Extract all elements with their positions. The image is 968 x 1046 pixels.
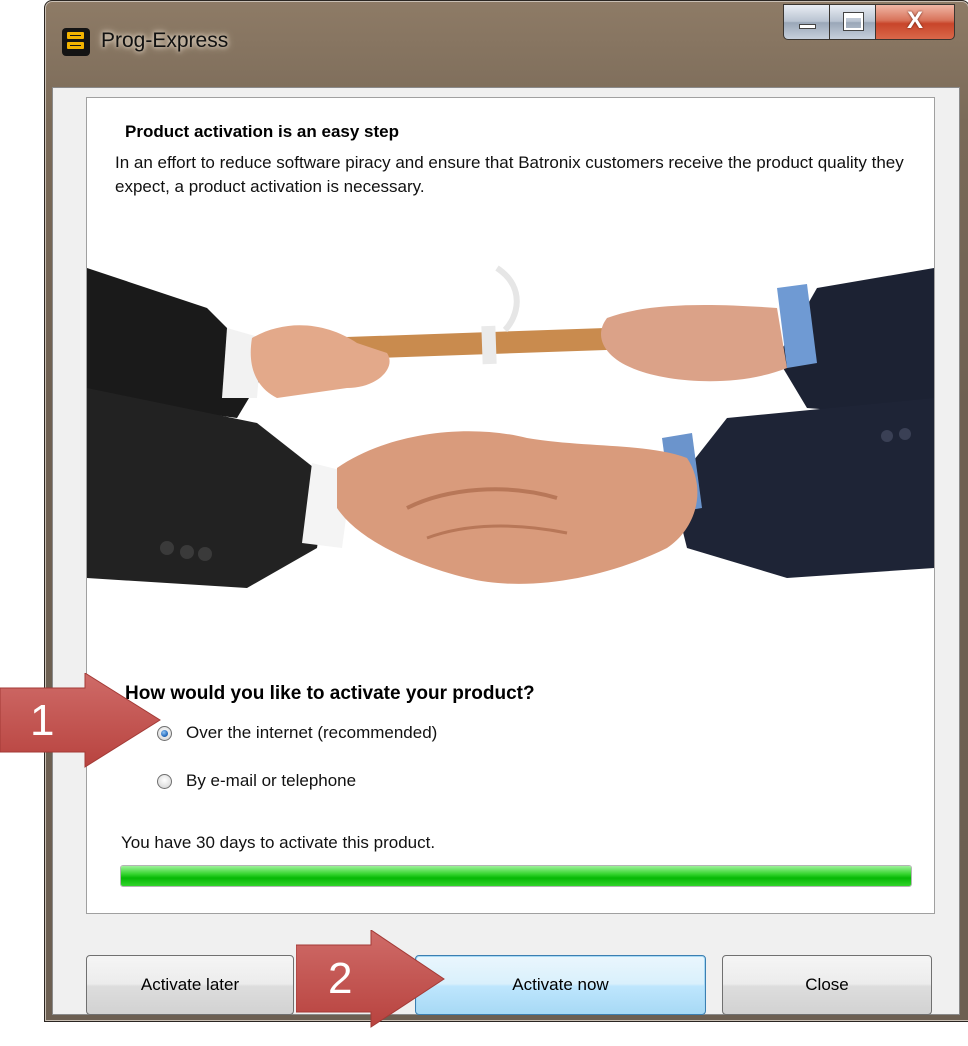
callout-arrow-2: 2: [296, 930, 446, 1028]
progress-fill: [121, 866, 911, 886]
activation-progress-bar: [120, 865, 912, 887]
app-logo-icon: [62, 28, 90, 56]
maximize-icon: [843, 12, 864, 31]
activate-later-button[interactable]: Activate later: [86, 955, 294, 1015]
close-icon: X: [906, 7, 923, 34]
activate-now-button[interactable]: Activate now: [415, 955, 706, 1015]
option-internet-label[interactable]: Over the internet (recommended): [186, 723, 437, 743]
minimize-button[interactable]: [783, 4, 830, 40]
option-internet[interactable]: Over the internet (recommended): [157, 723, 437, 743]
option-email-phone-label[interactable]: By e-mail or telephone: [186, 771, 356, 791]
window-title: Prog-Express: [101, 29, 229, 52]
minimize-icon: [799, 24, 816, 29]
callout-number-2: 2: [328, 954, 353, 1003]
option-email-phone[interactable]: By e-mail or telephone: [157, 771, 356, 791]
countdown-text: You have 30 days to activate this produc…: [121, 833, 436, 852]
title-bar[interactable]: Prog-Express X: [45, 1, 968, 83]
option-email-phone-radio[interactable]: [157, 773, 172, 789]
close-button[interactable]: Close: [722, 955, 932, 1015]
callout-number-1: 1: [30, 695, 55, 745]
activation-panel: Product activation is an easy step In an…: [86, 97, 935, 914]
client-area: Product activation is an easy step In an…: [52, 87, 960, 1015]
activation-window: Prog-Express X Product activation is an …: [44, 0, 968, 1022]
caption-buttons: X: [783, 4, 955, 44]
handshake-image: [87, 248, 934, 668]
intro-text: In an effort to reduce software piracy a…: [115, 153, 904, 196]
callout-arrow-1: 1: [0, 673, 165, 768]
maximize-button[interactable]: [829, 4, 876, 40]
close-window-button[interactable]: X: [875, 4, 955, 40]
panel-heading: Product activation is an easy step: [125, 122, 399, 141]
activation-method-question: How would you like to activate your prod…: [125, 683, 535, 704]
